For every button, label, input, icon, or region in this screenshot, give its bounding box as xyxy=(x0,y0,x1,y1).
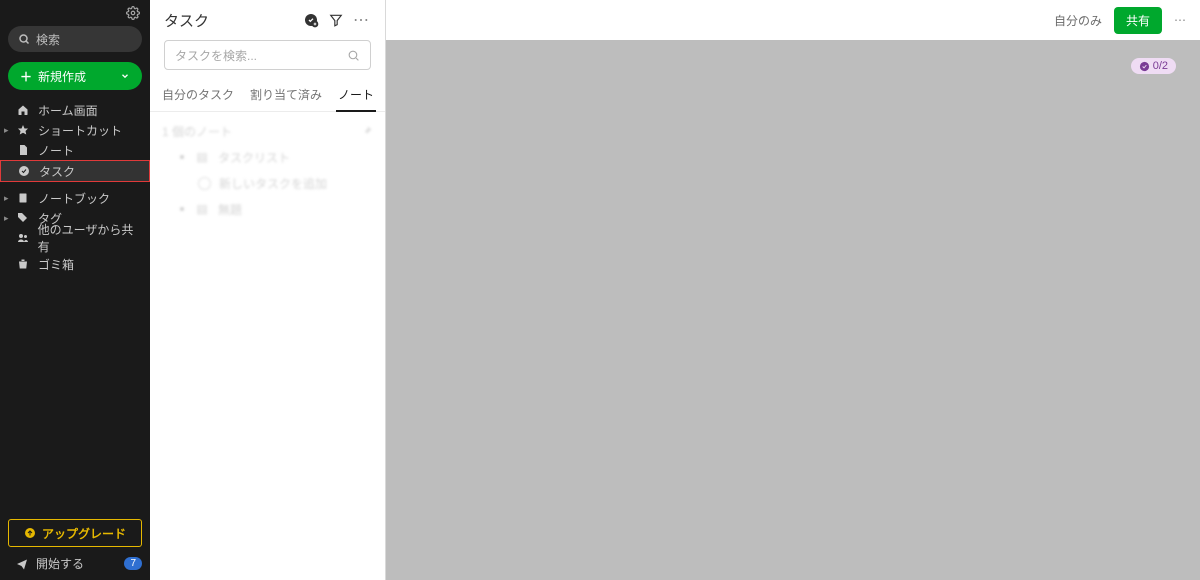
sidebar-item-home[interactable]: ホーム画面 xyxy=(0,100,150,120)
search-icon xyxy=(347,49,360,62)
home-icon xyxy=(16,104,30,116)
sidebar-item-label: タスク xyxy=(39,163,75,180)
checkbox-icon[interactable] xyxy=(198,177,211,190)
sidebar-bottom: アップグレード 開始する 7 xyxy=(0,511,150,580)
bullet-icon xyxy=(180,155,184,159)
check-circle-icon xyxy=(17,165,31,177)
sidebar-search-placeholder: 検索 xyxy=(36,31,60,48)
sidebar-item-shared[interactable]: 他のユーザから共有 xyxy=(0,228,150,248)
caret-icon: ▸ xyxy=(4,193,9,204)
sidebar-item-notes[interactable]: ノート xyxy=(0,140,150,160)
new-button-label: 新規作成 xyxy=(38,68,86,85)
get-started-label: 開始する xyxy=(36,555,84,572)
note-body[interactable]: 0/2 xyxy=(386,58,1176,580)
task-search-placeholder: タスクを検索... xyxy=(175,47,347,64)
caret-icon: ▸ xyxy=(4,125,9,136)
sidebar-item-label: ショートカット xyxy=(38,122,122,139)
filter-icon[interactable] xyxy=(329,13,343,27)
note-glyph-icon: ▤ xyxy=(194,202,210,216)
sidebar-item-label: ホーム画面 xyxy=(38,102,98,119)
task-row[interactable]: 新しいタスクを追加 xyxy=(162,170,373,196)
note-more-icon[interactable]: ⋯ xyxy=(1174,13,1188,27)
task-tabs: 自分のタスク 割り当て済み ノート 期限 xyxy=(150,80,385,112)
gear-icon[interactable] xyxy=(126,6,140,20)
task-list: 1 個のノート ▤ タスクリスト 新しいタスクを追加 ▤ 無題 xyxy=(150,112,385,580)
task-panel-title: タスク xyxy=(164,10,209,31)
task-search[interactable]: タスクを検索... xyxy=(164,40,371,70)
task-count-pill[interactable]: 0/2 xyxy=(1131,58,1176,74)
chevron-down-icon xyxy=(120,71,130,81)
task-row[interactable]: ▤ タスクリスト xyxy=(162,144,373,170)
search-icon xyxy=(18,33,30,45)
trash-icon xyxy=(16,258,30,270)
task-list-header: 1 個のノート xyxy=(162,118,373,144)
tab-note[interactable]: ノート xyxy=(330,80,382,111)
star-icon xyxy=(16,124,30,136)
note-glyph-icon: ▤ xyxy=(194,150,210,164)
sidebar-search[interactable]: 検索 xyxy=(8,26,142,52)
sidebar-item-tasks[interactable]: タスク xyxy=(0,160,150,182)
sidebar-item-label: ノート xyxy=(38,142,74,159)
upgrade-arrow-icon xyxy=(24,527,36,539)
sidebar-top-row xyxy=(0,0,150,20)
note-icon xyxy=(16,144,30,156)
pin-icon xyxy=(361,125,373,137)
task-panel: タスク ⋯ タスクを検索... 自分のタスク 割り当て済み ノート 期限 xyxy=(150,0,386,580)
caret-icon: ▸ xyxy=(4,213,9,224)
sidebar-item-label: 他のユーザから共有 xyxy=(38,221,142,255)
visibility-label[interactable]: 自分のみ xyxy=(1054,12,1102,29)
sidebar-item-notebooks[interactable]: ▸ ノートブック xyxy=(0,188,150,208)
bullet-icon xyxy=(180,207,184,211)
sidebar-item-label: ノートブック xyxy=(38,190,110,207)
get-started-button[interactable]: 開始する 7 xyxy=(8,555,142,572)
note-topbar: 自分のみ 共有 ⋯ xyxy=(386,0,1200,40)
tab-my-tasks[interactable]: 自分のタスク xyxy=(154,80,242,111)
tag-icon xyxy=(16,212,30,224)
task-count-label: 0/2 xyxy=(1153,60,1168,72)
upgrade-button[interactable]: アップグレード xyxy=(8,519,142,547)
plus-icon: ＋ xyxy=(20,68,32,85)
paper-plane-icon xyxy=(16,558,28,570)
left-sidebar: 検索 ＋ 新規作成 ホーム画面 ▸ ショートカット xyxy=(0,0,150,580)
sidebar-item-label: ゴミ箱 xyxy=(38,256,74,273)
task-panel-header: タスク ⋯ xyxy=(150,0,385,40)
tab-assigned[interactable]: 割り当て済み xyxy=(242,80,330,111)
notebook-icon xyxy=(16,192,30,204)
add-task-icon[interactable] xyxy=(303,12,319,28)
get-started-badge: 7 xyxy=(124,557,142,570)
sidebar-item-trash[interactable]: ゴミ箱 xyxy=(0,254,150,274)
sidebar-item-shortcuts[interactable]: ▸ ショートカット xyxy=(0,120,150,140)
note-editor-area: 自分のみ 共有 ⋯ 0/2 xyxy=(386,0,1200,580)
task-row[interactable]: ▤ 無題 xyxy=(162,196,373,222)
share-button[interactable]: 共有 xyxy=(1114,7,1162,34)
check-circle-icon xyxy=(1139,61,1150,72)
upgrade-label: アップグレード xyxy=(42,525,126,542)
new-button[interactable]: ＋ 新規作成 xyxy=(8,62,142,90)
people-icon xyxy=(16,232,30,244)
more-icon[interactable]: ⋯ xyxy=(353,10,371,30)
